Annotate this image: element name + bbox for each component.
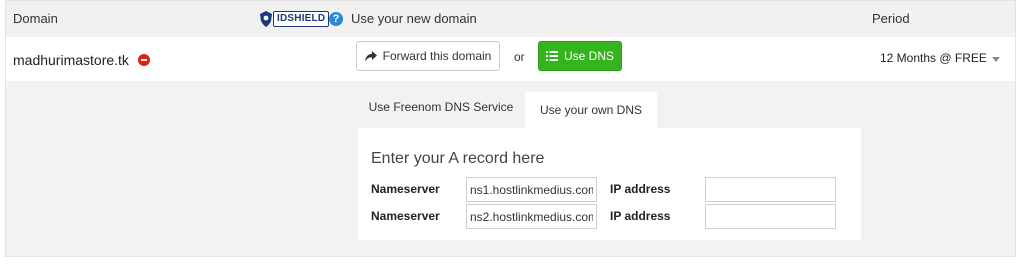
domain-table: Domain IDSHIELD ? Use your new domain Pe… (5, 0, 1016, 257)
caret-down-icon (992, 57, 1000, 62)
ip-address-label: IP address (610, 209, 671, 223)
nameserver-1-input[interactable] (466, 177, 597, 202)
list-icon (545, 51, 558, 61)
tab-own-dns[interactable]: Use your own DNS (525, 92, 657, 128)
use-domain-column-header: Use your new domain (351, 11, 477, 26)
period-column-header: Period (872, 11, 910, 26)
nameserver-2-input[interactable] (466, 204, 597, 229)
domain-column-header: Domain (13, 11, 58, 26)
or-label: or (514, 50, 525, 64)
use-dns-button[interactable]: Use DNS (538, 41, 622, 71)
table-header: Domain IDSHIELD ? Use your new domain Pe… (6, 1, 1015, 38)
idshield-logo[interactable]: IDSHIELD (260, 10, 330, 28)
domain-name: madhurimastore.tk (13, 52, 129, 68)
period-select[interactable]: 12 Months @ FREE (872, 45, 1014, 71)
tab-freenom-dns[interactable]: Use Freenom DNS Service (358, 89, 524, 125)
period-value: 12 Months @ FREE (880, 51, 987, 65)
forward-button-label: Forward this domain (382, 49, 492, 63)
question-circle-icon[interactable]: ? (329, 12, 343, 26)
dns-panel: Enter your A record here Nameserver IP a… (358, 128, 861, 240)
nameserver-label: Nameserver (371, 182, 440, 196)
shield-icon (260, 11, 272, 27)
dns-button-label: Use DNS (563, 49, 614, 63)
domain-row: madhurimastore.tk Forward this domain or… (6, 37, 1015, 81)
remove-circle-icon[interactable] (138, 54, 150, 66)
panel-title: Enter your A record here (371, 150, 545, 167)
ip-address-1-input[interactable] (705, 177, 836, 202)
ip-address-label: IP address (610, 182, 671, 196)
share-arrow-icon (364, 50, 377, 61)
forward-domain-button[interactable]: Forward this domain (356, 41, 500, 71)
ip-address-2-input[interactable] (705, 204, 836, 229)
nameserver-label: Nameserver (371, 209, 440, 223)
idshield-text: IDSHIELD (273, 11, 330, 27)
